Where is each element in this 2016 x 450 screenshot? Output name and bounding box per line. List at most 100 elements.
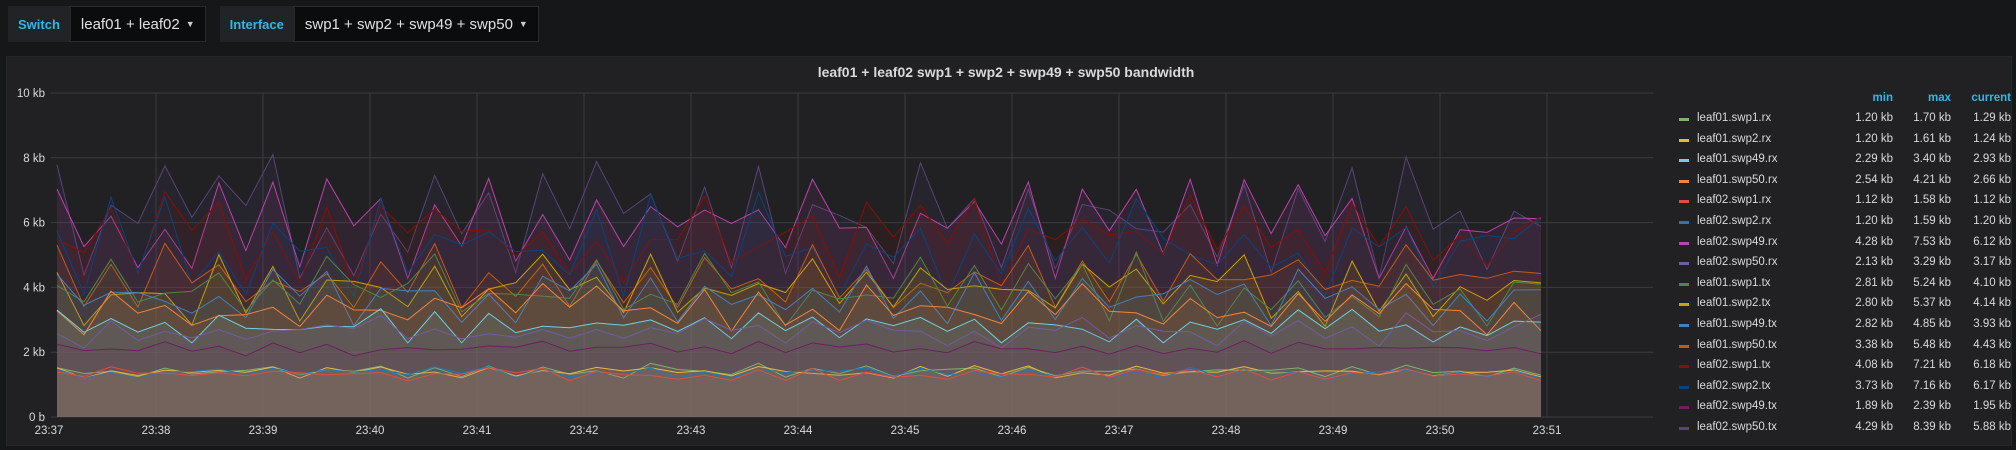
series-color-swatch[interactable] bbox=[1679, 426, 1689, 430]
series-color-swatch[interactable] bbox=[1679, 323, 1689, 327]
series-name[interactable]: leaf02.swp1.rx bbox=[1697, 194, 1771, 206]
series-min: 3.38 kb bbox=[1855, 338, 1893, 351]
series-name[interactable]: leaf01.swp49.tx bbox=[1697, 318, 1777, 330]
interface-dropdown-value: swp1 + swp2 + swp49 + swp50 bbox=[304, 15, 513, 33]
legend-header-max[interactable]: max bbox=[1891, 92, 1951, 104]
series-color-swatch[interactable] bbox=[1679, 262, 1689, 266]
series-name[interactable]: leaf02.swp50.rx bbox=[1697, 256, 1778, 268]
x-tick-label: 23:48 bbox=[1212, 425, 1241, 437]
series-max: 5.37 kb bbox=[1913, 297, 1951, 310]
series-min: 2.29 kb bbox=[1855, 153, 1893, 166]
series-min: 4.08 kb bbox=[1855, 359, 1893, 372]
series-current: 6.18 kb bbox=[1973, 359, 2011, 372]
legend-row[interactable]: leaf01.swp2.rx 1.20 kb 1.61 kb 1.24 kb bbox=[1673, 131, 2011, 152]
series-color-swatch[interactable] bbox=[1679, 159, 1689, 163]
series-name[interactable]: leaf01.swp1.tx bbox=[1697, 277, 1771, 289]
series-name[interactable]: leaf02.swp2.rx bbox=[1697, 215, 1771, 227]
legend-header: min max current bbox=[1673, 92, 2011, 110]
legend-row[interactable]: leaf02.swp1.rx 1.12 kb 1.58 kb 1.12 kb bbox=[1673, 192, 2011, 213]
switch-variable-label: Switch bbox=[8, 6, 70, 42]
series-color-swatch[interactable] bbox=[1679, 344, 1689, 348]
switch-dropdown[interactable]: leaf01 + leaf02 ▼ bbox=[69, 6, 206, 42]
series-max: 3.29 kb bbox=[1913, 256, 1951, 269]
series-name[interactable]: leaf01.swp1.rx bbox=[1697, 112, 1771, 124]
legend-row[interactable]: leaf02.swp2.rx 1.20 kb 1.59 kb 1.20 kb bbox=[1673, 213, 2011, 234]
series-name[interactable]: leaf01.swp2.tx bbox=[1697, 297, 1771, 309]
legend-header-min[interactable]: min bbox=[1833, 92, 1893, 104]
series-name[interactable]: leaf02.swp1.tx bbox=[1697, 359, 1771, 371]
series-max: 1.59 kb bbox=[1913, 214, 1951, 227]
series-color-swatch[interactable] bbox=[1679, 200, 1689, 204]
series-current: 3.17 kb bbox=[1973, 256, 2011, 269]
series-max: 7.21 kb bbox=[1913, 359, 1951, 372]
series-name[interactable]: leaf02.swp49.rx bbox=[1697, 236, 1778, 248]
legend-row[interactable]: leaf01.swp2.tx 2.80 kb 5.37 kb 4.14 kb bbox=[1673, 295, 2011, 316]
legend-row[interactable]: leaf02.swp49.rx 4.28 kb 7.53 kb 6.12 kb bbox=[1673, 234, 2011, 255]
series-current: 4.14 kb bbox=[1973, 297, 2011, 310]
legend-header-current[interactable]: current bbox=[1951, 92, 2011, 104]
legend-row[interactable]: leaf02.swp50.tx 4.29 kb 8.39 kb 5.88 kb bbox=[1673, 419, 2011, 440]
caret-down-icon: ▼ bbox=[518, 19, 528, 29]
bandwidth-panel: leaf01 + leaf02 swp1 + swp2 + swp49 + sw… bbox=[6, 56, 2012, 446]
series-current: 1.24 kb bbox=[1973, 132, 2011, 145]
legend-row[interactable]: leaf02.swp49.tx 1.89 kb 2.39 kb 1.95 kb bbox=[1673, 398, 2011, 419]
x-tick-label: 23:39 bbox=[249, 425, 278, 437]
series-current: 2.93 kb bbox=[1973, 153, 2011, 166]
series-name[interactable]: leaf01.swp50.tx bbox=[1697, 339, 1777, 351]
series-max: 5.24 kb bbox=[1913, 276, 1951, 289]
series-name[interactable]: leaf02.swp50.tx bbox=[1697, 421, 1777, 433]
y-tick-label: 8 kb bbox=[23, 153, 45, 165]
switch-dropdown-value: leaf01 + leaf02 bbox=[80, 15, 180, 33]
y-tick-label: 4 kb bbox=[23, 282, 45, 294]
switch-variable: Switch leaf01 + leaf02 ▼ bbox=[8, 6, 206, 42]
series-current: 5.88 kb bbox=[1973, 420, 2011, 433]
x-tick-label: 23:37 bbox=[35, 425, 64, 437]
series-color-swatch[interactable] bbox=[1679, 138, 1689, 142]
y-tick-label: 10 kb bbox=[17, 88, 45, 100]
bandwidth-graph[interactable]: 10 kb 8 kb 6 kb 4 kb 2 kb 0 b23:37 23:38 23:39 2… bbox=[7, 57, 1671, 445]
series-max: 8.39 kb bbox=[1913, 420, 1951, 433]
series-min: 4.29 kb bbox=[1855, 420, 1893, 433]
legend-row[interactable]: leaf01.swp49.tx 2.82 kb 4.85 kb 3.93 kb bbox=[1673, 316, 2011, 337]
series-name[interactable]: leaf01.swp2.rx bbox=[1697, 133, 1771, 145]
series-color-swatch[interactable] bbox=[1679, 220, 1689, 224]
legend-row[interactable]: leaf01.swp50.tx 3.38 kb 5.48 kb 4.43 kb bbox=[1673, 337, 2011, 358]
series-color-swatch[interactable] bbox=[1679, 303, 1689, 307]
x-tick-label: 23:38 bbox=[142, 425, 171, 437]
series-max: 7.16 kb bbox=[1913, 379, 1951, 392]
series-max: 4.21 kb bbox=[1913, 173, 1951, 186]
series-color-swatch[interactable] bbox=[1679, 365, 1689, 369]
x-tick-label: 23:49 bbox=[1319, 425, 1348, 437]
y-tick-label: 6 kb bbox=[23, 218, 45, 230]
series-min: 1.20 kb bbox=[1855, 214, 1893, 227]
series-min: 4.28 kb bbox=[1855, 235, 1893, 248]
series-color-swatch[interactable] bbox=[1679, 282, 1689, 286]
series-name[interactable]: leaf01.swp49.rx bbox=[1697, 153, 1778, 165]
series-current: 3.93 kb bbox=[1973, 317, 2011, 330]
series-name[interactable]: leaf01.swp50.rx bbox=[1697, 174, 1778, 186]
series-current: 1.95 kb bbox=[1973, 400, 2011, 413]
x-tick-label: 23:50 bbox=[1426, 425, 1455, 437]
series-current: 6.17 kb bbox=[1973, 379, 2011, 392]
legend-row[interactable]: leaf01.swp50.rx 2.54 kb 4.21 kb 2.66 kb bbox=[1673, 172, 2011, 193]
series-name[interactable]: leaf02.swp2.tx bbox=[1697, 380, 1771, 392]
legend-row[interactable]: leaf01.swp49.rx 2.29 kb 3.40 kb 2.93 kb bbox=[1673, 151, 2011, 172]
interface-dropdown[interactable]: swp1 + swp2 + swp49 + swp50 ▼ bbox=[293, 6, 539, 42]
legend-row[interactable]: leaf02.swp2.tx 3.73 kb 7.16 kb 6.17 kb bbox=[1673, 378, 2011, 399]
legend-row[interactable]: leaf01.swp1.rx 1.20 kb 1.70 kb 1.29 kb bbox=[1673, 110, 2011, 131]
legend-row[interactable]: leaf02.swp1.tx 4.08 kb 7.21 kb 6.18 kb bbox=[1673, 357, 2011, 378]
series-color-swatch[interactable] bbox=[1679, 118, 1689, 121]
x-tick-label: 23:51 bbox=[1533, 425, 1562, 437]
legend-row[interactable]: leaf02.swp50.rx 2.13 kb 3.29 kb 3.17 kb bbox=[1673, 254, 2011, 275]
series-name[interactable]: leaf02.swp49.tx bbox=[1697, 400, 1777, 412]
series-color-swatch[interactable] bbox=[1679, 406, 1689, 410]
legend-row[interactable]: leaf01.swp1.tx 2.81 kb 5.24 kb 4.10 kb bbox=[1673, 275, 2011, 296]
series-current: 4.10 kb bbox=[1973, 276, 2011, 289]
series-color-swatch[interactable] bbox=[1679, 241, 1689, 245]
x-tick-label: 23:46 bbox=[998, 425, 1027, 437]
series-color-swatch[interactable] bbox=[1679, 179, 1689, 183]
x-tick-label: 23:45 bbox=[891, 425, 920, 437]
series-min: 2.82 kb bbox=[1855, 317, 1893, 330]
series-min: 1.89 kb bbox=[1855, 400, 1893, 413]
series-color-swatch[interactable] bbox=[1679, 385, 1689, 389]
